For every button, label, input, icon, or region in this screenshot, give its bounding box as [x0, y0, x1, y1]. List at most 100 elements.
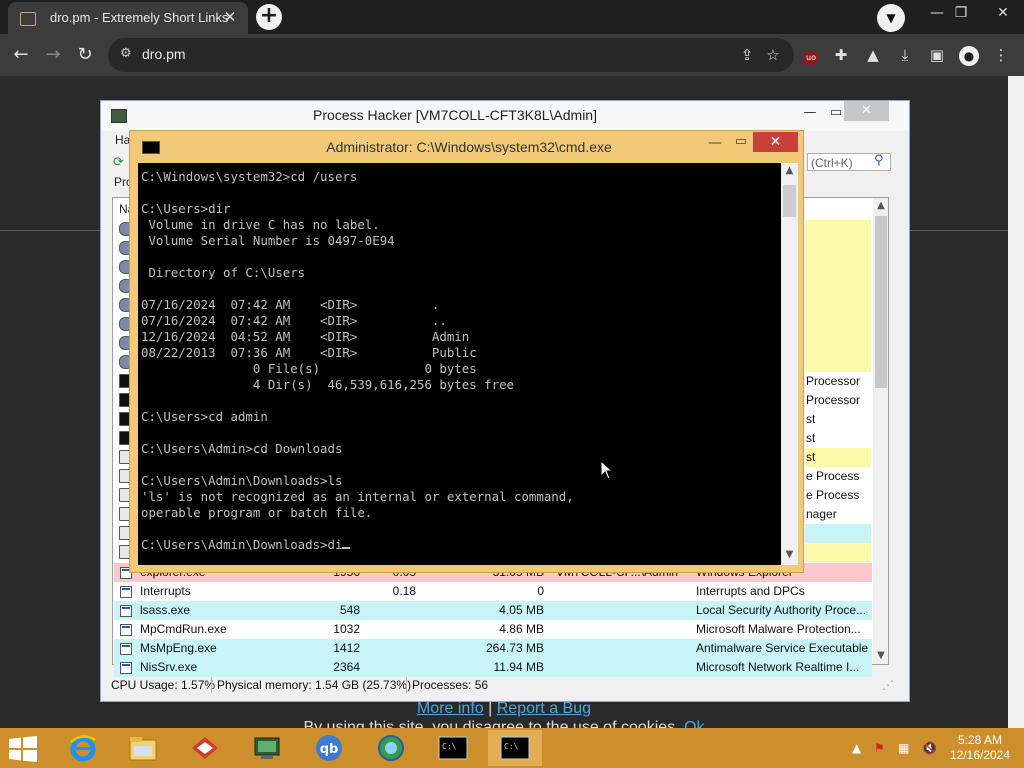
taskbar-globe[interactable] — [364, 730, 418, 766]
process-row-fragment[interactable]: Processor — [805, 372, 871, 391]
process-row-fragment[interactable] — [805, 334, 871, 353]
action-center-flag-icon[interactable]: ⚑ — [874, 741, 885, 755]
scroll-up-icon[interactable]: ▲ — [783, 165, 796, 176]
process-row-fragment[interactable] — [805, 353, 871, 372]
cookie-notice: By using this site, you disagree to the … — [0, 719, 1008, 728]
ph-titlebar[interactable]: Process Hacker [VM7COLL-CFT3K8L\Admin] —… — [101, 101, 909, 131]
windows-start-icon[interactable] — [8, 736, 38, 762]
taskbar-cmd-2[interactable]: C:\ — [488, 730, 542, 766]
tab-search-chevron-icon[interactable]: ▼ — [877, 4, 905, 32]
process-row-fragment[interactable]: e Process — [805, 486, 871, 505]
ph-refresh-icon[interactable]: ⟳ — [113, 155, 124, 170]
network-icon[interactable]: ▦ — [898, 741, 909, 755]
taskbar-cmd-1[interactable]: C:\ — [426, 730, 480, 766]
taskbar-network-monitor[interactable] — [240, 730, 294, 766]
address-bar[interactable]: ⚙ dro.pm ⇪ ☆ — [108, 38, 794, 72]
tab-close-button[interactable]: ✕ — [220, 7, 240, 27]
console-line: Directory of C:\Users — [141, 265, 306, 280]
more-info-link[interactable]: More info — [417, 700, 484, 717]
share-icon[interactable]: ⇪ — [734, 42, 760, 68]
browser-tab[interactable]: dro.pm - Extremely Short Links ✕ — [8, 2, 248, 34]
process-description: Local Security Authority Proce... — [696, 603, 867, 617]
reload-icon[interactable]: ↻ — [72, 42, 98, 68]
restore-icon[interactable]: ❐ — [946, 2, 976, 24]
cmd-scroll-thumb[interactable] — [783, 185, 796, 217]
process-icon — [120, 661, 132, 674]
process-row[interactable]: MsMpEng.exe 1412 264.73 MB Antimalware Serv… — [114, 639, 872, 658]
console-line: 07/16/2024 07:42 AM <DIR> . — [141, 297, 440, 312]
console-line: 08/22/2013 07:36 AM <DIR> Public — [141, 345, 477, 360]
ph-scroll-thumb[interactable] — [875, 216, 887, 388]
process-row[interactable]: MpCmdRun.exe 1032 4.86 MB Microsoft Malware… — [114, 620, 872, 639]
taskbar-ie[interactable] — [56, 730, 110, 766]
ph-minimize-icon[interactable]: — — [797, 103, 823, 123]
process-row-fragment[interactable]: nager — [805, 505, 871, 524]
cmd-minimize-icon[interactable]: — — [705, 135, 725, 151]
new-tab-button[interactable]: + — [256, 4, 282, 30]
menu-kebab-icon[interactable]: ⋮ — [988, 42, 1014, 68]
toolbox-icon — [192, 737, 218, 759]
process-row-fragment[interactable] — [805, 258, 871, 277]
console-lines: C:\Windows\system32>cd /users C:\Users>d… — [141, 169, 574, 520]
tray-chevron-icon[interactable]: ▲ — [852, 741, 861, 755]
process-row-fragment[interactable]: e Process — [805, 467, 871, 486]
scroll-up-icon[interactable]: ▲ — [875, 200, 887, 211]
process-row-fragment[interactable]: st — [805, 410, 871, 429]
ph-search-icon[interactable]: ⚲ — [874, 153, 884, 168]
console-line: 'ls' is not recognized as an internal or… — [141, 489, 574, 504]
process-row[interactable]: lsass.exe 548 4.05 MB Local Security Author… — [114, 601, 872, 620]
side-panel-icon[interactable]: ▣ — [924, 42, 950, 68]
page-scroll-area[interactable] — [1008, 76, 1024, 728]
console-line: C:\Windows\system32>cd /users — [141, 169, 358, 184]
url-text[interactable]: dro.pm — [142, 46, 186, 62]
process-row-fragment[interactable] — [805, 543, 871, 562]
process-row-fragment[interactable] — [805, 220, 871, 239]
bookmark-star-icon[interactable]: ☆ — [760, 42, 786, 68]
cookie-ok-link[interactable]: Ok — [684, 719, 704, 728]
report-bug-link[interactable]: Report a Bug — [497, 700, 591, 717]
process-row-fragment[interactable]: st — [805, 448, 871, 467]
process-row-fragment[interactable] — [805, 524, 871, 543]
cmd-maximize-icon[interactable]: ▭ — [731, 134, 751, 149]
cmd-close-icon[interactable]: ✕ — [753, 132, 798, 152]
ublock-icon[interactable]: uo — [798, 42, 824, 68]
extensions-icon[interactable]: ✚ — [828, 42, 854, 68]
cmd-titlebar[interactable]: Administrator: C:\Windows\system32\cmd.e… — [130, 131, 803, 163]
process-icon — [120, 604, 132, 617]
site-settings-icon[interactable]: ⚙ — [120, 46, 132, 61]
volume-icon[interactable]: 🔇 — [922, 741, 937, 755]
scroll-down-icon[interactable]: ▼ — [783, 549, 796, 560]
taskbar-qbittorrent[interactable]: qb — [302, 730, 356, 766]
browser-tab-bar: dro.pm - Extremely Short Links ✕ + ▼ — ❐… — [0, 0, 1024, 34]
taskbar-clock[interactable]: 5:28 AM 12/16/2024 — [940, 733, 1020, 763]
status-divider — [406, 677, 407, 693]
process-row-fragment[interactable] — [805, 277, 871, 296]
forward-icon[interactable]: → — [40, 42, 66, 68]
back-icon[interactable]: ← — [8, 42, 34, 68]
clock-date: 12/16/2024 — [949, 748, 1011, 762]
download-icon[interactable]: ⤓ — [892, 42, 918, 68]
labs-flask-icon[interactable]: ▲ — [860, 42, 886, 68]
taskbar-toolbox[interactable] — [178, 730, 232, 766]
profile-avatar-icon[interactable]: ● — [956, 42, 982, 68]
cmd-scrollbar[interactable]: ▲ ▼ — [781, 163, 798, 565]
process-row-fragment[interactable]: Processor — [805, 391, 871, 410]
console-line: C:\Users\Admin>cd Downloads — [141, 441, 343, 456]
resize-grip-icon[interactable]: ⋰ — [882, 673, 894, 697]
mouse-pointer-icon — [600, 460, 614, 480]
taskbar-file-explorer[interactable] — [116, 730, 170, 766]
ph-list-scrollbar[interactable]: ▲ ▼ — [873, 198, 888, 664]
process-cpu: 0.18 — [392, 584, 416, 598]
process-row-fragment[interactable] — [805, 315, 871, 334]
process-icon — [120, 642, 132, 655]
close-window-icon[interactable]: ✕ — [988, 2, 1018, 24]
scroll-down-icon[interactable]: ▼ — [875, 650, 887, 661]
ph-close-icon[interactable]: ✕ — [844, 101, 889, 121]
process-row-fragment[interactable] — [805, 239, 871, 258]
process-memory: 264.73 MB — [485, 641, 544, 655]
process-row-fragment[interactable]: st — [805, 429, 871, 448]
process-row[interactable]: Interrupts 0.18 0 Interrupts and DPCs — [114, 582, 872, 601]
console-prompt[interactable]: C:\Users\Admin\Downloads>di — [141, 537, 342, 552]
console-output[interactable]: C:\Windows\system32>cd /users C:\Users>d… — [138, 163, 781, 565]
process-row-fragment[interactable] — [805, 296, 871, 315]
